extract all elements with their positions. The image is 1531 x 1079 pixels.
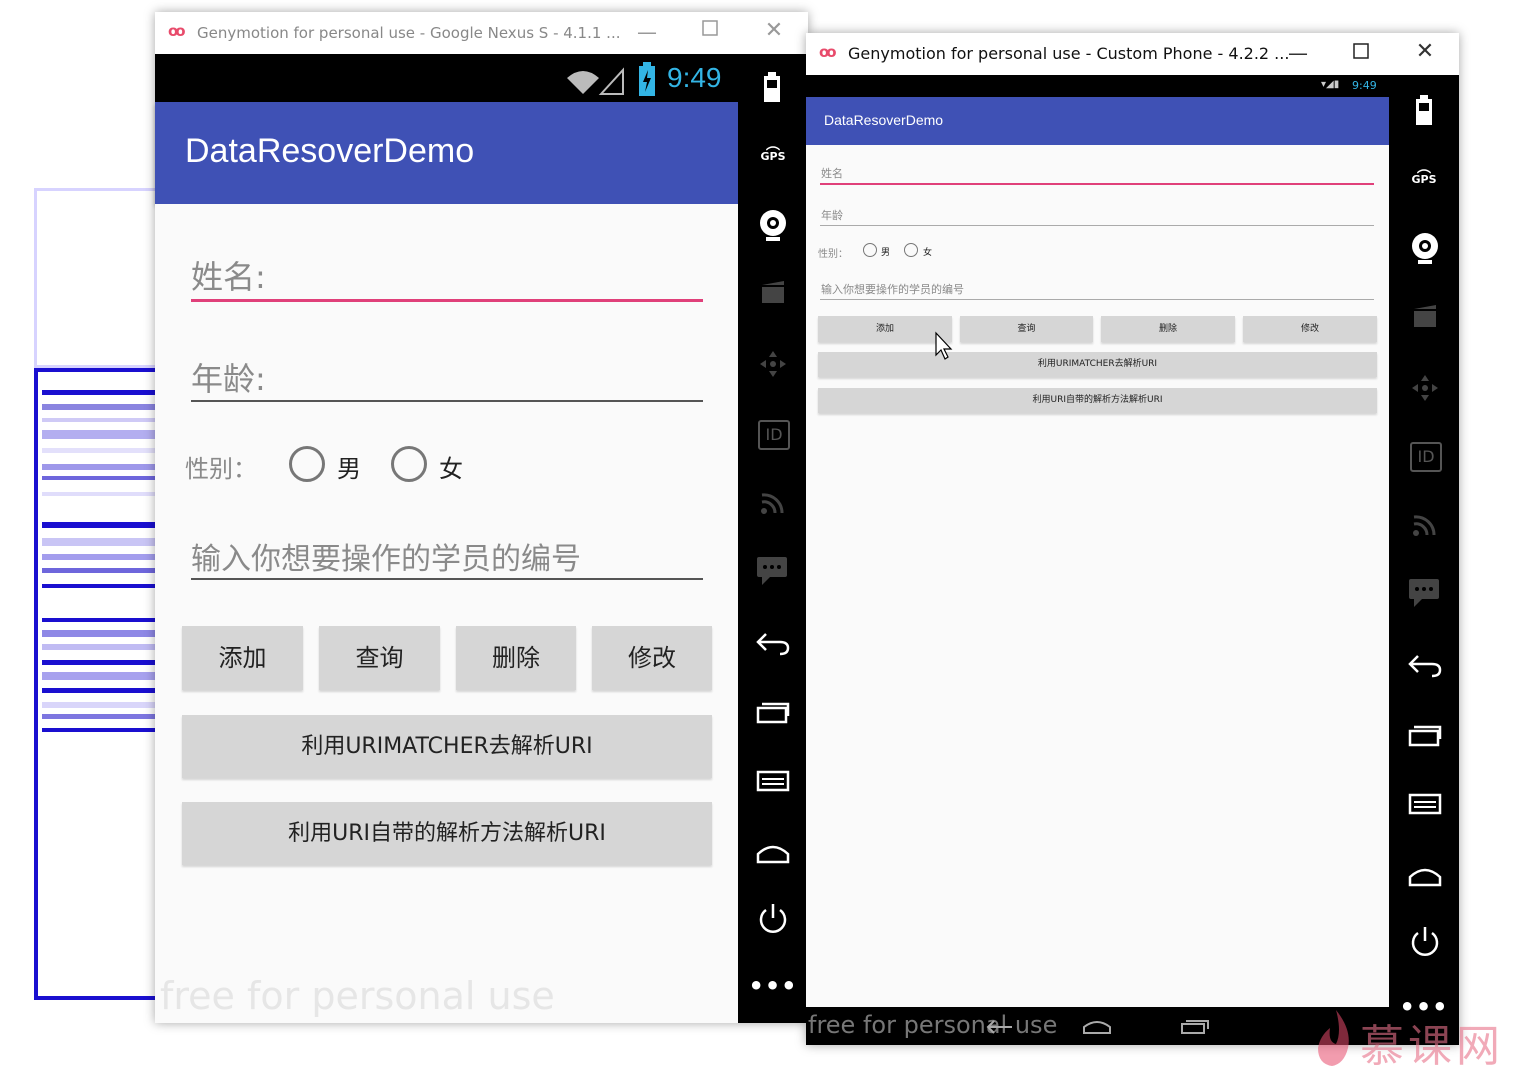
status-time: 9:49 bbox=[667, 62, 722, 93]
nav-back-icon[interactable] bbox=[986, 1019, 1016, 1035]
sms-icon[interactable] bbox=[1408, 578, 1440, 608]
webcam-icon[interactable] bbox=[1410, 232, 1440, 266]
update-button[interactable]: 修改 bbox=[1243, 316, 1377, 342]
battery-icon[interactable] bbox=[763, 72, 781, 102]
close-button[interactable]: ✕ bbox=[1413, 39, 1437, 64]
dpad-icon[interactable] bbox=[758, 349, 788, 379]
rss-icon[interactable] bbox=[758, 489, 786, 517]
genymotion-logo-icon: oo bbox=[168, 22, 186, 40]
rss-icon[interactable] bbox=[1410, 511, 1438, 539]
menu-icon[interactable] bbox=[756, 770, 790, 792]
title-bar: oo Genymotion for personal use - Custom … bbox=[806, 33, 1459, 75]
mouse-cursor-icon bbox=[935, 331, 953, 360]
more-icon[interactable]: ••• bbox=[748, 974, 798, 998]
age-input[interactable]: 年龄 bbox=[821, 207, 843, 223]
urimatcher-button[interactable]: 利用URIMATCHER去解析URI bbox=[818, 352, 1377, 377]
home-icon[interactable] bbox=[1408, 865, 1442, 887]
signal-icons: ▾◢▮ bbox=[1321, 79, 1340, 90]
age-input[interactable]: 年龄: bbox=[191, 354, 266, 400]
sms-icon[interactable] bbox=[756, 556, 788, 586]
app-title: DataResoverDemo bbox=[824, 112, 944, 128]
add-button[interactable]: 添加 bbox=[818, 316, 952, 342]
window-title: Genymotion for personal use - Custom Pho… bbox=[848, 44, 1290, 63]
app-title: DataResoverDemo bbox=[185, 132, 475, 170]
male-radio[interactable] bbox=[289, 446, 325, 482]
student-id-underline bbox=[191, 578, 703, 580]
uri-parse-button[interactable]: 利用URI自带的解析方法解析URI bbox=[182, 802, 712, 865]
dpad-icon[interactable] bbox=[1410, 373, 1440, 403]
status-time: 9:49 bbox=[1352, 79, 1377, 92]
minimize-button[interactable]: — bbox=[635, 20, 659, 44]
id-icon[interactable]: ID bbox=[1410, 442, 1442, 472]
student-id-input[interactable]: 输入你想要操作的学员的编号 bbox=[191, 534, 581, 578]
age-input-underline bbox=[820, 225, 1374, 226]
recent-apps-icon[interactable] bbox=[1408, 725, 1442, 747]
nav-home-icon[interactable] bbox=[1082, 1019, 1112, 1035]
student-id-input[interactable]: 输入你想要操作的学员的编号 bbox=[821, 281, 964, 297]
recent-apps-icon[interactable] bbox=[756, 702, 790, 724]
query-button[interactable]: 查询 bbox=[319, 626, 440, 690]
app-bar: DataResoverDemo bbox=[806, 97, 1389, 145]
male-radio-label: 男 bbox=[881, 248, 891, 258]
close-button[interactable]: ✕ bbox=[762, 18, 786, 43]
power-icon[interactable] bbox=[756, 902, 790, 936]
student-id-underline bbox=[820, 299, 1374, 300]
name-input[interactable]: 姓名 bbox=[821, 165, 843, 181]
age-input-underline bbox=[191, 400, 703, 402]
power-icon[interactable] bbox=[1408, 925, 1442, 959]
video-icon[interactable] bbox=[760, 279, 786, 305]
gender-label: 性别： bbox=[185, 455, 257, 483]
nav-recent-icon[interactable] bbox=[1180, 1019, 1210, 1035]
female-radio[interactable] bbox=[904, 243, 918, 257]
title-bar: oo Genymotion for personal use - Google … bbox=[155, 12, 808, 54]
female-radio-label: 女 bbox=[439, 455, 463, 483]
watermark-text: free for personal use bbox=[160, 974, 555, 1018]
gps-icon[interactable]: ︵ GPS bbox=[748, 138, 798, 163]
app-bar: DataResoverDemo bbox=[155, 102, 738, 204]
male-radio-label: 男 bbox=[337, 455, 361, 483]
home-icon[interactable] bbox=[756, 842, 790, 864]
query-button[interactable]: 查询 bbox=[960, 316, 1093, 342]
watermark-text: free for personal use bbox=[808, 1011, 1058, 1039]
video-icon[interactable] bbox=[1412, 303, 1438, 329]
minimize-button[interactable]: — bbox=[1286, 41, 1310, 65]
genymotion-logo-icon: oo bbox=[819, 43, 837, 61]
window-title: Genymotion for personal use - Google Nex… bbox=[197, 24, 621, 42]
name-input-underline bbox=[191, 299, 703, 302]
webcam-icon[interactable] bbox=[758, 209, 788, 243]
imooc-logo: 慕课网 bbox=[1312, 1002, 1522, 1072]
menu-icon[interactable] bbox=[1408, 793, 1442, 815]
uri-parse-button[interactable]: 利用URI自带的解析方法解析URI bbox=[818, 388, 1377, 413]
delete-button[interactable]: 删除 bbox=[456, 626, 576, 690]
signal-icons bbox=[567, 67, 624, 95]
id-icon[interactable]: ID bbox=[758, 420, 790, 450]
emulator-window-custom-phone: oo Genymotion for personal use - Custom … bbox=[806, 33, 1459, 1045]
genymotion-side-panel: ︵ GPS ID ••• bbox=[1389, 75, 1459, 1045]
male-radio[interactable] bbox=[863, 243, 877, 257]
battery-status-icon bbox=[639, 62, 655, 96]
maximize-button[interactable] bbox=[698, 20, 722, 40]
battery-icon[interactable] bbox=[1415, 95, 1433, 125]
add-button[interactable]: 添加 bbox=[182, 626, 303, 690]
android-status-bar: ▾◢▮ 9:49 bbox=[806, 75, 1389, 97]
gender-label: 性别： bbox=[818, 249, 848, 260]
name-input-underline bbox=[820, 183, 1374, 185]
gps-icon[interactable]: ︵ GPS bbox=[1399, 161, 1449, 186]
urimatcher-button[interactable]: 利用URIMATCHER去解析URI bbox=[182, 715, 712, 778]
brand-logo-text: 慕课网 bbox=[1360, 1021, 1504, 1072]
emulator-window-nexus-s: oo Genymotion for personal use - Google … bbox=[155, 12, 808, 1023]
flame-icon bbox=[1318, 1010, 1349, 1066]
maximize-button[interactable] bbox=[1349, 43, 1373, 63]
female-radio[interactable] bbox=[391, 446, 427, 482]
back-icon[interactable] bbox=[1408, 654, 1442, 678]
female-radio-label: 女 bbox=[923, 248, 933, 258]
name-input[interactable]: 姓名: bbox=[191, 252, 266, 298]
app-content: 姓名 年龄 性别： 男 女 输入你想要操作的学员的编号 添加 查询 删除 修改 … bbox=[806, 145, 1389, 1007]
app-content: 姓名: 年龄: 性别： 男 女 输入你想要操作的学员的编号 添加 查询 删除 修… bbox=[155, 204, 738, 1023]
update-button[interactable]: 修改 bbox=[592, 626, 712, 690]
delete-button[interactable]: 删除 bbox=[1101, 316, 1235, 342]
back-icon[interactable] bbox=[756, 632, 790, 656]
genymotion-side-panel: ︵ GPS ID ••• bbox=[738, 54, 808, 1023]
android-nav-bar: free for personal use bbox=[806, 1007, 1389, 1045]
